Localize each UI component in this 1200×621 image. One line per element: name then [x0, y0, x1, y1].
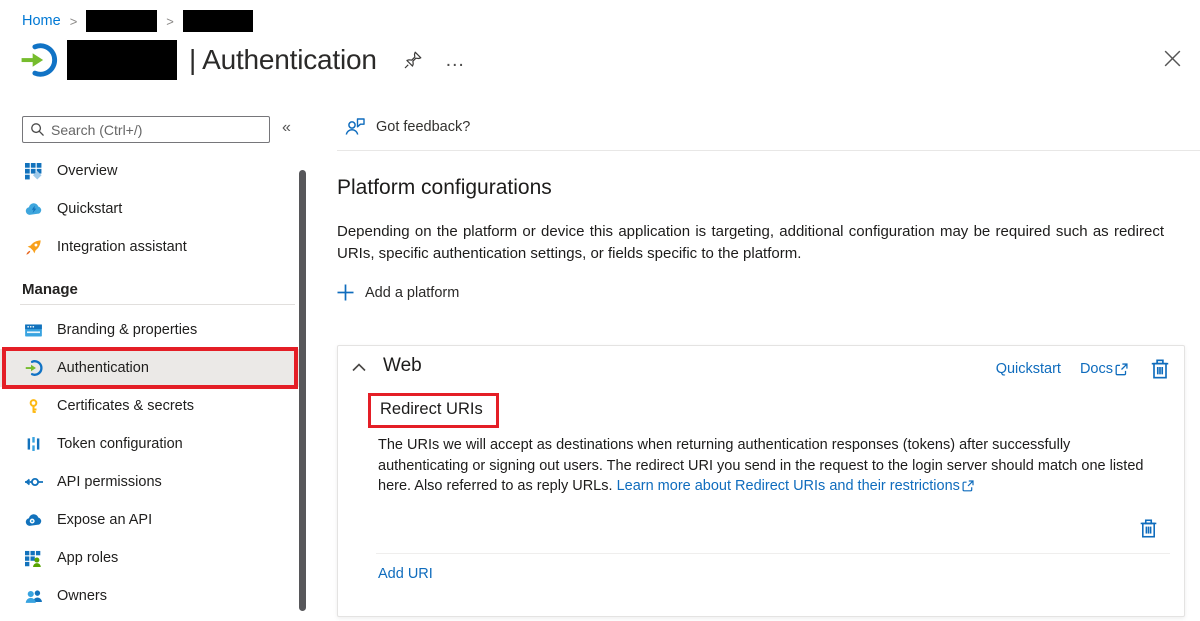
- app-roles-icon: [24, 549, 43, 568]
- breadcrumb-home-link[interactable]: Home: [22, 13, 61, 29]
- delete-platform-icon[interactable]: [1151, 359, 1169, 379]
- sidebar-item-expose-api[interactable]: Expose an API: [0, 501, 299, 539]
- breadcrumb: Home > >: [22, 9, 253, 33]
- quickstart-link[interactable]: Quickstart: [996, 361, 1061, 377]
- sidebar-item-label: Owners: [57, 588, 107, 604]
- sidebar-item-app-roles[interactable]: App roles: [0, 539, 299, 577]
- redirect-uris-title: Redirect URIs: [380, 400, 483, 418]
- external-link-icon: [1115, 363, 1128, 376]
- sidebar-nav: Overview Quickstart Integration assistan…: [0, 152, 299, 615]
- platform-configurations-description: Depending on the platform or device this…: [337, 221, 1164, 264]
- learn-more-link-label: Learn more about Redirect URIs and their…: [617, 476, 960, 497]
- redacted-breadcrumb-item: [183, 10, 253, 32]
- redacted-breadcrumb-item: [86, 10, 157, 32]
- add-platform-button[interactable]: Add a platform: [337, 284, 459, 301]
- chevron-up-icon[interactable]: [352, 363, 366, 372]
- sidebar-item-label: Certificates & secrets: [57, 398, 194, 414]
- app-registration-icon: [20, 41, 58, 79]
- redirect-uris-description: The URIs we will accept as destinations …: [378, 435, 1160, 497]
- platform-configurations-title: Platform configurations: [337, 176, 552, 200]
- sidebar-item-quickstart[interactable]: Quickstart: [0, 190, 299, 228]
- sidebar-item-label: Authentication: [57, 360, 149, 376]
- got-feedback-label: Got feedback?: [376, 119, 470, 135]
- sidebar-item-integration-assistant[interactable]: Integration assistant: [0, 228, 299, 266]
- sidebar-item-label: Token configuration: [57, 436, 183, 452]
- close-icon[interactable]: [1162, 48, 1183, 69]
- sidebar-item-overview[interactable]: Overview: [0, 152, 299, 190]
- breadcrumb-separator: >: [70, 14, 78, 29]
- collapse-sidebar-icon[interactable]: «: [282, 119, 291, 137]
- breadcrumb-separator: >: [166, 14, 174, 29]
- rocket-icon: [24, 238, 43, 257]
- redirect-uris-title-annotated: Redirect URIs: [368, 393, 499, 428]
- sidebar-item-certificates[interactable]: Certificates & secrets: [0, 387, 299, 425]
- branding-icon: [24, 321, 43, 340]
- docs-link-label: Docs: [1080, 361, 1113, 377]
- external-link-icon: [962, 480, 974, 492]
- add-uri-link[interactable]: Add URI: [378, 566, 433, 582]
- uri-row-divider: [376, 553, 1170, 554]
- sidebar-item-authentication[interactable]: Authentication: [0, 349, 299, 387]
- web-panel-title: Web: [383, 355, 422, 377]
- docs-link[interactable]: Docs: [1080, 361, 1128, 377]
- sidebar-item-label: Expose an API: [57, 512, 152, 528]
- sidebar-item-branding[interactable]: Branding & properties: [0, 311, 299, 349]
- authentication-icon: [24, 359, 43, 378]
- token-configuration-icon: [24, 435, 43, 454]
- search-icon: [30, 122, 45, 137]
- feedback-icon: [345, 117, 366, 136]
- web-panel-actions: Quickstart Docs: [996, 359, 1169, 379]
- owners-icon: [24, 587, 43, 606]
- web-platform-panel: Web Quickstart Docs Redir: [337, 345, 1185, 617]
- search-box: [22, 116, 270, 143]
- delete-uri-icon[interactable]: [1140, 519, 1157, 538]
- search-input[interactable]: [51, 122, 262, 138]
- sidebar-item-label: Branding & properties: [57, 322, 197, 338]
- learn-more-link[interactable]: Learn more about Redirect URIs and their…: [617, 476, 974, 497]
- api-permissions-icon: [24, 473, 43, 492]
- key-icon: [24, 397, 43, 416]
- redacted-app-name: [67, 40, 177, 80]
- expose-api-cloud-icon: [24, 511, 43, 530]
- sidebar-item-api-permissions[interactable]: API permissions: [0, 463, 299, 501]
- annotation-highlight-box: [2, 347, 298, 389]
- got-feedback-button[interactable]: Got feedback?: [345, 117, 470, 136]
- sidebar-item-label: App roles: [57, 550, 118, 566]
- sidebar-item-owners[interactable]: Owners: [0, 577, 299, 615]
- more-commands-icon[interactable]: …: [445, 55, 467, 65]
- plus-icon: [337, 284, 354, 301]
- sidebar-item-label: Integration assistant: [57, 239, 187, 255]
- sidebar-item-label: Quickstart: [57, 201, 122, 217]
- sidebar-divider: [20, 304, 295, 305]
- sidebar-item-token-configuration[interactable]: Token configuration: [0, 425, 299, 463]
- page-header: | Authentication …: [20, 40, 467, 80]
- page-title: | Authentication: [189, 44, 377, 76]
- quickstart-icon: [24, 200, 43, 219]
- sidebar-item-label: Overview: [57, 163, 117, 179]
- sidebar-item-label: API permissions: [57, 474, 162, 490]
- overview-icon: [24, 162, 43, 181]
- add-platform-label: Add a platform: [365, 285, 459, 301]
- toolbar-divider: [337, 150, 1200, 151]
- sidebar-scrollbar[interactable]: [299, 170, 306, 611]
- pin-icon[interactable]: [403, 50, 423, 70]
- sidebar-group-manage: Manage: [22, 281, 299, 298]
